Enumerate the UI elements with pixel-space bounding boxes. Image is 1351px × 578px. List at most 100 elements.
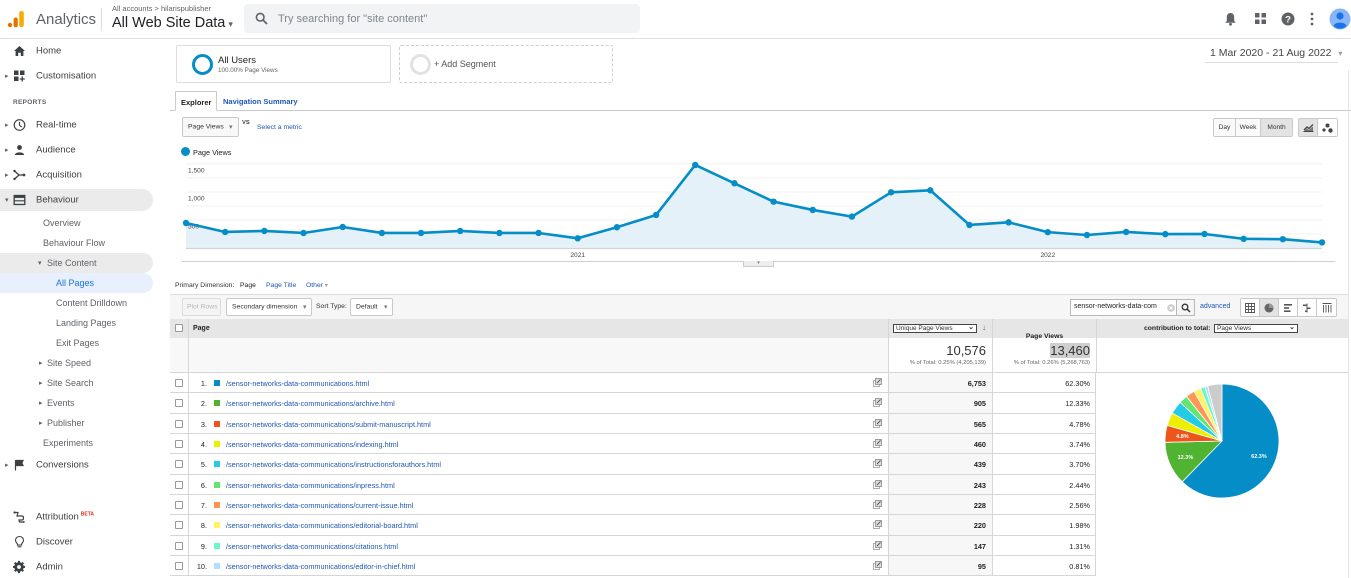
sort-type-select[interactable]: Default ▾ [350,298,393,316]
help-icon[interactable]: ? [1281,12,1295,26]
secondary-dimension-select[interactable]: Secondary dimension ▾ [226,298,312,316]
data-point[interactable] [731,180,738,187]
row-checkbox[interactable] [175,379,183,387]
data-point[interactable] [692,161,699,169]
sidebar-item-publisher[interactable]: ▸ Publisher [0,413,153,433]
data-point[interactable] [300,229,307,237]
select-metric-link[interactable]: Select a metric [257,124,302,131]
open-page-icon[interactable] [873,439,882,448]
open-page-icon[interactable] [873,500,882,509]
sidebar-item-landing-pages[interactable]: Landing Pages [0,313,153,333]
page-link[interactable]: /sensor-networks-data-communications/arc… [226,399,395,408]
data-point[interactable] [1318,239,1326,246]
sidebar-item-audience[interactable]: ▸ Audience [0,139,153,161]
bell-icon[interactable] [1224,12,1237,26]
metric-select[interactable]: Page Views ▾ [182,117,239,137]
page-link[interactable]: /sensor-networks-data-communications/edi… [226,521,418,530]
tab-explorer[interactable]: Explorer [175,91,217,111]
dimension-page[interactable]: Page [240,282,256,289]
sidebar-item-customisation[interactable]: ▸ Customisation [0,65,153,87]
data-point[interactable] [535,229,542,237]
data-point[interactable] [496,229,503,237]
row-checkbox[interactable] [175,399,183,408]
comparison-view-button[interactable] [1298,299,1317,316]
page-link[interactable]: /sensor-networks-data-communications/cit… [226,542,398,551]
pie-view-button[interactable] [1260,299,1279,316]
data-point[interactable] [221,228,229,236]
data-point[interactable] [339,223,346,231]
row-checkbox[interactable] [175,419,183,428]
row-checkbox[interactable] [175,541,183,550]
sidebar-item-behaviour[interactable]: ▾ Behaviour [0,189,153,211]
dimension-page-title[interactable]: Page Title [266,282,296,289]
granularity-day[interactable]: Day [1214,119,1236,136]
row-checkbox[interactable] [175,460,183,469]
data-point[interactable] [182,219,190,227]
chart-resize-handle[interactable]: ▾ [743,261,774,267]
page-link[interactable]: /sensor-networks-data-communications/ind… [226,440,398,449]
page-link[interactable]: /sensor-networks-data-communications/ins… [226,460,441,469]
property-selector[interactable]: All Web Site Data ▾ [112,15,233,31]
row-checkbox[interactable] [175,561,183,570]
data-point[interactable] [1279,235,1287,243]
table-filter-input[interactable]: sensor-networks-data-com [1070,299,1177,316]
row-checkbox[interactable] [175,500,183,509]
open-page-icon[interactable] [873,479,882,489]
add-segment-button[interactable]: + Add Segment [399,45,613,83]
sidebar-item-admin[interactable]: Admin [0,556,153,578]
page-link[interactable]: /sensor-networks-data-communications/cur… [226,501,413,510]
search-bar[interactable] [244,4,640,33]
more-vert-icon[interactable] [1310,12,1314,26]
sidebar-item-exit-pages[interactable]: Exit Pages [0,333,153,353]
data-point[interactable] [417,229,425,237]
sidebar-item-site-search[interactable]: ▸ Site Search [0,373,153,393]
sidebar-item-conversions[interactable]: ▸ Conversions [0,454,153,476]
header-page[interactable]: Page [188,319,888,338]
sidebar-item-realtime[interactable]: ▸ Real-time [0,114,153,136]
data-point[interactable] [887,189,895,196]
search-input[interactable] [278,11,618,26]
motion-chart-button[interactable] [1318,119,1337,136]
page-link[interactable]: /sensor-networks-data-communications/inp… [226,481,395,490]
row-checkbox[interactable] [175,480,183,489]
header-page-views[interactable]: Page Views [992,319,1096,340]
open-page-icon[interactable] [873,540,882,550]
open-page-icon[interactable] [873,459,882,469]
data-point[interactable] [378,229,386,237]
apps-icon[interactable] [1255,13,1266,24]
table-view-button[interactable] [1241,299,1260,316]
data-point[interactable] [927,187,934,194]
row-checkbox[interactable] [175,439,183,448]
data-point[interactable] [1083,231,1091,239]
data-point[interactable] [848,213,856,220]
data-point[interactable] [966,221,973,229]
dimension-other-dropdown[interactable]: Other ▾ [306,282,328,289]
sort-descending-icon[interactable]: ↓ [982,323,986,332]
sidebar-item-content-drilldown[interactable]: Content Drilldown [0,293,153,313]
granularity-month[interactable]: Month [1261,119,1292,136]
row-checkbox[interactable] [175,521,183,530]
sidebar-item-behaviour-flow[interactable]: Behaviour Flow [0,233,153,253]
data-point[interactable] [574,235,581,242]
clear-filter-icon[interactable] [1167,304,1175,312]
data-point[interactable] [457,227,464,235]
sidebar-item-overview[interactable]: Overview [0,213,153,233]
sidebar-item-all-pages[interactable]: All Pages [0,273,153,293]
filter-search-button[interactable] [1177,299,1195,316]
data-point[interactable] [652,211,660,219]
data-point[interactable] [1162,230,1169,238]
data-point[interactable] [1240,235,1247,243]
contribution-metric-select[interactable]: Page Views ⌄ [1214,324,1298,333]
select-all-checkbox[interactable] [175,324,183,332]
sidebar-item-events[interactable]: ▸ Events [0,393,153,413]
sidebar-item-home[interactable]: Home [0,40,153,62]
data-point[interactable] [1201,230,1208,238]
sidebar-item-discover[interactable]: Discover [0,531,153,553]
open-page-icon[interactable] [873,418,882,428]
open-page-icon[interactable] [873,520,882,530]
sidebar-item-acquisition[interactable]: ▸ Acquisition [0,164,153,186]
data-point[interactable] [1005,219,1012,226]
granularity-week[interactable]: Week [1236,119,1261,136]
sidebar-item-site-content[interactable]: ▾ Site Content [0,253,153,273]
data-point[interactable] [1044,228,1051,236]
